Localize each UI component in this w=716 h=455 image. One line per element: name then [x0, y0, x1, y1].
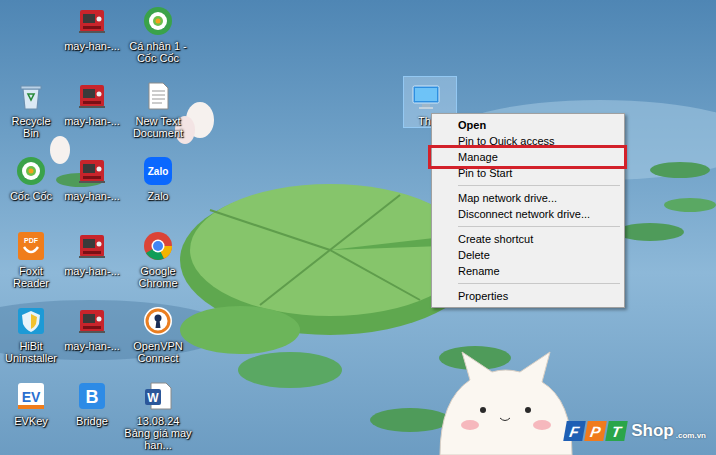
desktop-icon[interactable]: Cá nhân 1 - Cốc Cốc [122, 2, 194, 77]
desktop-icon[interactable]: Zalo Zalo [122, 152, 194, 227]
svg-text:EV: EV [22, 389, 41, 405]
desktop-icon[interactable]: Google Chrome [122, 227, 194, 302]
icon-label: 13.08.24 Bảng giá may han... [122, 415, 194, 451]
menu-item[interactable]: Disconnect network drive... [434, 206, 622, 222]
icon-label: HiBit Uninstaller [0, 340, 62, 364]
icon-label: Cá nhân 1 - Cốc Cốc [122, 40, 194, 64]
desktop-icon[interactable]: OpenVPN Connect [122, 302, 194, 377]
menu-item[interactable]: Pin to Quick access [434, 133, 622, 149]
desktop-icon[interactable]: W 13.08.24 Bảng giá may han... [122, 377, 194, 452]
machine-icon [76, 5, 108, 37]
context-menu: OpenPin to Quick accessManagePin to Star… [431, 113, 625, 308]
menu-item[interactable]: Manage [434, 149, 622, 165]
icon-column: may-han-... may-han-... may-han-... may-han… [62, 2, 122, 452]
menu-item[interactable]: Delete [434, 247, 622, 263]
bridge-icon: B [76, 380, 108, 412]
logo-letter: F [564, 421, 587, 441]
desktop-icon[interactable]: Cốc Cốc [0, 152, 62, 227]
icon-label: EVKey [12, 415, 50, 427]
desktop-icon[interactable]: may-han-... [62, 227, 122, 302]
menu-separator [458, 283, 620, 284]
icon-label: may-han-... [62, 115, 122, 127]
zalo-icon: Zalo [142, 155, 174, 187]
hibit-icon [15, 305, 47, 337]
pc-icon [410, 81, 442, 113]
desktop-icon[interactable]: may-han-... [62, 152, 122, 227]
svg-text:Zalo: Zalo [148, 166, 169, 177]
menu-item[interactable]: Open [434, 117, 622, 133]
icon-label: may-han-... [62, 40, 122, 52]
menu-item[interactable]: Rename [434, 263, 622, 279]
icon-column: Recycle Bin Cốc Cốc PDF Foxit Reader HiBit U… [0, 2, 62, 452]
icon-label: Bridge [74, 415, 110, 427]
svg-text:W: W [147, 391, 159, 405]
machine-icon [76, 230, 108, 262]
menu-item[interactable]: Map network drive... [434, 190, 622, 206]
word-icon: W [142, 380, 174, 412]
icon-label: may-han-... [62, 265, 122, 277]
icon-label: may-han-... [62, 340, 122, 352]
menu-item[interactable]: Create shortcut [434, 231, 622, 247]
desktop-icon[interactable]: Recycle Bin [0, 77, 62, 152]
logo-letter: P [585, 421, 608, 441]
logo-letter: T [606, 421, 629, 441]
logo-suffix: .com.vn [676, 431, 706, 441]
evkey-icon: EV [15, 380, 47, 412]
foxit-icon: PDF [15, 230, 47, 262]
icon-label: Foxit Reader [0, 265, 62, 289]
text-icon [142, 80, 174, 112]
icon-label: Thi [410, 115, 433, 127]
desktop-icon[interactable]: may-han-... [62, 77, 122, 152]
recycle-icon [15, 80, 47, 112]
icon-label: New Text Document [122, 115, 194, 139]
logo-name: Shop [631, 421, 674, 441]
svg-text:B: B [86, 387, 99, 407]
menu-item[interactable]: Properties [434, 288, 622, 304]
desktop-icon[interactable]: B Bridge [62, 377, 122, 452]
icon-label: Zalo [145, 190, 170, 202]
machine-icon [76, 305, 108, 337]
fpt-shop-watermark: FPTShop.com.vn [565, 421, 706, 441]
icon-label: may-han-... [62, 190, 122, 202]
cat-figure [440, 352, 572, 455]
openvpn-icon [142, 305, 174, 337]
menu-separator [458, 226, 620, 227]
icon-label: Recycle Bin [0, 115, 62, 139]
coccoc-icon [15, 155, 47, 187]
coccoc-icon [142, 5, 174, 37]
icon-label: Cốc Cốc [8, 190, 54, 202]
menu-separator [458, 185, 620, 186]
desktop-icon[interactable]: may-han-... [62, 302, 122, 377]
desktop-icon[interactable]: EV EVKey [0, 377, 62, 452]
menu-item[interactable]: Pin to Start [434, 165, 622, 181]
icon-label: OpenVPN Connect [122, 340, 194, 364]
desktop: Recycle Bin Cốc Cốc PDF Foxit Reader HiBit U… [0, 0, 716, 455]
machine-icon [76, 155, 108, 187]
icon-label: Google Chrome [122, 265, 194, 289]
desktop-icon[interactable]: PDF Foxit Reader [0, 227, 62, 302]
icon-column: Cá nhân 1 - Cốc Cốc New Text Document Zalo… [122, 2, 194, 452]
desktop-icon[interactable]: HiBit Uninstaller [0, 302, 62, 377]
desktop-icon[interactable]: New Text Document [122, 77, 194, 152]
svg-text:PDF: PDF [24, 237, 39, 244]
desktop-icon[interactable]: may-han-... [62, 2, 122, 77]
chrome-icon [142, 230, 174, 262]
machine-icon [76, 80, 108, 112]
